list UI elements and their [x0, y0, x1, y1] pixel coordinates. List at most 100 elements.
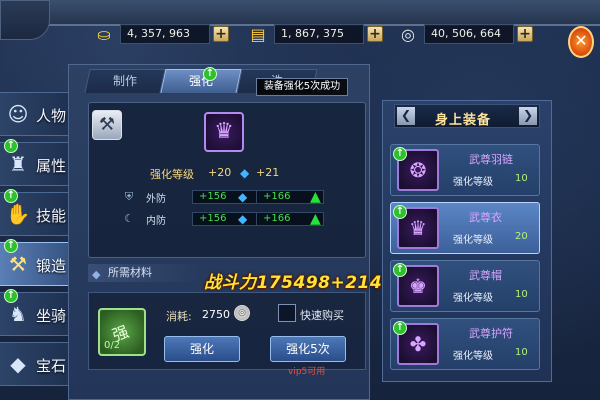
nav-label: 宝石	[36, 357, 67, 375]
nav-label: 锻造	[36, 257, 67, 275]
level-from: +20	[208, 166, 232, 179]
gold-ingot-icon: ⛀	[97, 24, 111, 44]
quick-buy-checkbox[interactable]	[278, 304, 296, 322]
stat-row-outer-defense: ⛨ 外防 +156 ◆ +166 ▲	[104, 190, 344, 206]
next-page-button[interactable]: ❯	[519, 107, 537, 125]
attribute-icon: ♜	[9, 152, 27, 176]
equip-name: 武尊羽链	[469, 153, 513, 166]
resource-bar: ⛀ 4, 357, 963 + ▤ 1, 867, 375 + ◎ 40, 50…	[70, 22, 533, 48]
skill-icon: ✋	[5, 202, 31, 226]
quick-buy-label: 快速购买	[300, 309, 344, 322]
equip-name: 武尊帽	[469, 269, 502, 282]
materials-title: ◆ 所需材料	[88, 264, 200, 282]
silver-coin-icon: ◎	[234, 305, 250, 321]
equip-level-value: 10	[515, 173, 528, 184]
tab-craft[interactable]: 制作	[84, 69, 166, 93]
close-icon: ✕	[574, 31, 588, 50]
equip-card[interactable]: ✤ 武尊护符 强化等级 10 ↑	[390, 318, 540, 370]
nav-item-skill[interactable]: ✋ 技能 ↑	[0, 189, 74, 236]
equip-name: 武尊衣	[469, 211, 502, 224]
arrow-right-icon: ◆	[238, 212, 248, 226]
equipment-panel-header: ❮ 身上装备 ❯	[394, 104, 540, 128]
tab-label: 制作	[112, 74, 137, 88]
arrow-up-icon: ▲	[310, 211, 321, 227]
stat-from: +156	[192, 212, 260, 226]
mount-icon: ♞	[9, 302, 27, 326]
equip-level-value: 10	[515, 289, 528, 300]
success-tooltip: 装备强化5次成功	[256, 78, 348, 96]
equip-level-label: 强化等级	[453, 351, 493, 362]
stone-count: 0/2	[104, 340, 121, 351]
gold-resource: ⛀ 4, 357, 963 +	[92, 22, 229, 46]
equip-card[interactable]: ♚ 武尊帽 强化等级 10 ↑	[390, 260, 540, 312]
material-icon: ◆	[92, 268, 101, 281]
upgrade-available-icon: ↑	[4, 289, 18, 303]
character-icon: ☺	[7, 102, 29, 126]
materials-title-text: 所需材料	[108, 266, 152, 279]
add-token-button[interactable]: +	[367, 26, 383, 42]
moon-shield-icon: ☾	[124, 212, 134, 225]
nav-item-mount[interactable]: ♞ 坐骑 ↑	[0, 289, 74, 336]
equip-name: 武尊护符	[469, 327, 513, 340]
upgrade-available-icon: ↑	[393, 147, 407, 161]
cost-value: 2750	[202, 308, 230, 321]
silver-resource: ◎ 40, 506, 664 +	[396, 22, 533, 46]
upgrade-available-icon: ↑	[393, 263, 407, 277]
nav-item-gem[interactable]: ◆ 宝石	[0, 342, 74, 386]
gold-value: 4, 357, 963	[120, 24, 210, 44]
nav-label: 人物	[36, 107, 67, 125]
nav-label: 属性	[36, 157, 67, 175]
upgrade-available-icon: ↑	[4, 239, 18, 253]
silver-value: 40, 506, 664	[424, 24, 514, 44]
nav-label: 技能	[36, 207, 67, 225]
equip-card-selected[interactable]: ♛ 武尊衣 强化等级 20 ↑	[390, 202, 540, 254]
enhance-5x-button[interactable]: 强化5次	[270, 336, 346, 362]
prev-page-button[interactable]: ❮	[397, 107, 415, 125]
arrow-up-icon: ▲	[310, 189, 321, 205]
gold-ticket-icon: ▤	[250, 24, 266, 44]
level-row: 强化等级 +20 ◆ +21	[104, 166, 344, 182]
equip-card[interactable]: ❂ 武尊羽链 强化等级 10 ↑	[390, 144, 540, 196]
forge-icon: ⚒	[9, 252, 27, 276]
silver-coin-icon: ◎	[401, 24, 415, 44]
upgrade-available-icon: ↑	[393, 205, 407, 219]
equipment-panel-title: 身上装备	[435, 113, 492, 128]
hammer-icon[interactable]: ⚒	[92, 110, 122, 140]
token-resource: ▤ 1, 867, 375 +	[246, 22, 383, 46]
token-value: 1, 867, 375	[274, 24, 364, 44]
stat-from: +156	[192, 190, 260, 204]
armor-icon: ♛	[214, 119, 234, 144]
vip-note: vip5可用	[288, 367, 326, 377]
combat-power: 战斗力175498+214	[204, 273, 383, 293]
close-button[interactable]: ✕	[568, 26, 594, 58]
cost-label: 消耗:	[166, 310, 192, 323]
stat-label: 内防	[146, 216, 166, 227]
nav-item-forge[interactable]: ⚒ 锻造 ↑	[0, 239, 74, 286]
nav-item-attribute[interactable]: ♜ 属性 ↑	[0, 139, 74, 186]
level-label: 强化等级	[150, 168, 194, 181]
tab-enhance[interactable]: 强化	[160, 69, 242, 93]
stat-label: 外防	[146, 194, 166, 205]
upgrade-available-icon: ↑	[203, 67, 217, 81]
enhance-button[interactable]: 强化	[164, 336, 240, 362]
arrow-right-icon: ◆	[240, 166, 250, 180]
nav-label: 坐骑	[36, 307, 67, 325]
upgrade-available-icon: ↑	[4, 139, 18, 153]
add-silver-button[interactable]: +	[517, 26, 533, 42]
gem-icon: ◆	[10, 352, 26, 376]
equip-level-label: 强化等级	[453, 177, 493, 188]
level-to: +21	[256, 166, 280, 179]
selected-item-slot[interactable]: ♛	[204, 112, 244, 152]
stat-row-inner-defense: ☾ 内防 +156 ◆ +166 ▲	[104, 212, 344, 228]
add-gold-button[interactable]: +	[213, 26, 229, 42]
equip-level-label: 强化等级	[453, 293, 493, 304]
upgrade-available-icon: ↑	[393, 321, 407, 335]
side-nav: ☺ 人物 ♜ 属性 ↑ ✋ 技能 ↑ ⚒ 锻造 ↑ ♞ 坐骑 ↑ ◆ 宝石	[0, 86, 74, 396]
equip-level-value: 20	[515, 231, 528, 242]
shield-icon: ⛨	[124, 190, 134, 203]
roof-corner-left	[0, 0, 50, 40]
nav-item-character[interactable]: ☺ 人物	[0, 92, 74, 136]
equip-level-value: 10	[515, 347, 528, 358]
upgrade-available-icon: ↑	[4, 189, 18, 203]
arrow-right-icon: ◆	[238, 190, 248, 204]
